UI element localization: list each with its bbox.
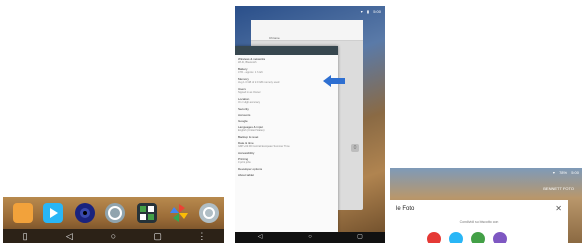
dock-screenshot: ▯ ◁ ○ ▢ ⋮ [3, 197, 224, 243]
dialog-subtitle: Condividi su biscotto con [459, 220, 499, 224]
app-dock [3, 197, 224, 229]
toolbar-action[interactable]: BENNETT FOTO [543, 186, 574, 191]
share-red-icon[interactable] [427, 232, 441, 243]
settings-row[interactable]: Location On / High accuracy [235, 95, 338, 105]
share-purple-icon[interactable] [493, 232, 507, 243]
speaker-icon[interactable] [75, 203, 95, 223]
back-nav-icon[interactable]: ◁ [62, 231, 76, 241]
calculator-icon[interactable] [137, 203, 157, 223]
status-time: 5:00 [373, 9, 381, 14]
play-triangle-icon [50, 208, 58, 218]
wifi-icon: ▾ [552, 170, 555, 175]
blue-arrow-icon [323, 75, 345, 87]
chrome-card-header: Chrome [251, 20, 363, 41]
share-blue-icon[interactable] [449, 232, 463, 243]
home-nav-icon[interactable]: ○ [106, 231, 120, 241]
home-nav-icon[interactable]: ○ [305, 233, 315, 242]
recents-nav-icon[interactable]: ▢ [151, 231, 165, 241]
chrome-card-title: Chrome [269, 36, 280, 40]
settings-row[interactable]: Printing 0 print jobs [235, 155, 338, 165]
settings-gear-icon[interactable] [105, 203, 125, 223]
calculator-keys-icon [140, 206, 154, 220]
share-green-icon[interactable] [471, 232, 485, 243]
home-launcher-icon[interactable] [13, 203, 33, 223]
settings-row[interactable]: Wireless & networks Wi-Fi, Bluetooth [235, 55, 338, 65]
close-icon[interactable]: ✕ [555, 204, 562, 213]
play-store-icon[interactable] [43, 203, 63, 223]
settings-row[interactable]: About tablet [235, 171, 338, 177]
status-bar: ▾ 78% 5:00 [550, 170, 579, 175]
settings-row-title: About tablet [238, 173, 255, 177]
photos-pinwheel-icon[interactable] [169, 203, 189, 223]
settings-recent-card[interactable]: Wireless & networks Wi-Fi, Bluetooth Batte… [235, 46, 338, 232]
navigation-bar: ◁ ○ ▢ [235, 232, 385, 243]
settings-row[interactable]: Languages & input English (United States) [235, 123, 338, 133]
menu-nav-icon[interactable]: ⋮ [195, 231, 209, 241]
status-bar: ▾ ▮ 5:00 [358, 9, 381, 14]
battery-level: 78% [559, 170, 568, 175]
battery-icon: ▮ [366, 9, 370, 14]
wifi-icon: ▾ [360, 9, 363, 14]
back-nav-icon[interactable]: ◁ [255, 233, 265, 242]
dialog-title: le Foto [396, 206, 415, 212]
status-time: 5:00 [571, 170, 579, 175]
share-screenshot: ▾ 78% 5:00 BENNETT FOTO le Foto ✕ Condiv… [390, 168, 582, 243]
gear-icon [108, 206, 122, 220]
apps-nav-icon[interactable]: ▯ [18, 231, 32, 241]
settings-list: Wireless & networks Wi-Fi, Bluetooth Batte… [235, 55, 338, 177]
speaker-cone-icon [80, 208, 90, 218]
swirl-icon [203, 207, 215, 219]
navigation-bar: ▯ ◁ ○ ▢ ⋮ [3, 229, 224, 243]
share-targets [427, 232, 507, 243]
recents-screenshot: ▾ ▮ 5:00 Chrome 0 Wireless & networks Wi-… [235, 6, 385, 243]
recents-nav-icon[interactable]: ▢ [355, 233, 365, 242]
card-side-badge: 0 [351, 144, 359, 152]
settings-header [235, 46, 338, 55]
pinwheel-icon [170, 204, 188, 222]
app-drawer-icon[interactable] [199, 203, 219, 223]
share-dialog: le Foto ✕ Condividi su biscotto con [390, 200, 568, 243]
settings-row[interactable]: Date & time GMT+02:00 Central European Su… [235, 139, 338, 149]
settings-row[interactable]: Battery 47% - approx. 1 h left [235, 65, 338, 75]
